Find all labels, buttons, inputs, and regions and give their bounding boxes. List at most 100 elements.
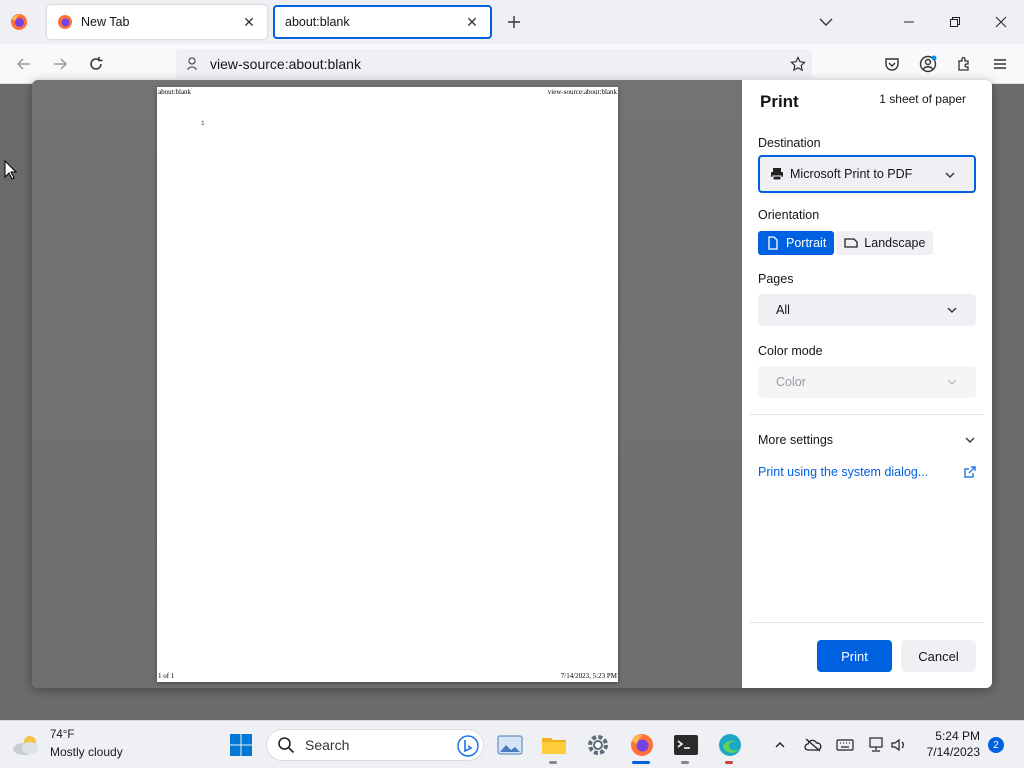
new-tab-button[interactable] <box>503 11 525 33</box>
pages-value: All <box>776 303 790 317</box>
tab-new-tab[interactable]: New Tab ✕ <box>47 5 267 39</box>
tab-about-blank[interactable]: about:blank ✕ <box>273 5 492 39</box>
preview-page: about:blank view-source:about:blank 1 1 … <box>157 87 618 682</box>
print-preview-area: about:blank view-source:about:blank 1 1 … <box>32 80 742 688</box>
printer-icon <box>771 168 783 181</box>
taskbar-settings[interactable] <box>584 731 612 759</box>
running-indicator <box>725 761 733 764</box>
firefox-favicon-icon <box>58 15 72 29</box>
chevron-down-icon <box>947 307 957 313</box>
print-button[interactable]: Print <box>817 640 892 672</box>
taskbar-edge[interactable] <box>716 731 744 759</box>
portrait-button[interactable]: Portrait <box>758 231 835 255</box>
destination-select[interactable]: Microsoft Print to PDF <box>758 155 976 193</box>
back-button[interactable] <box>12 52 36 76</box>
taskbar-search[interactable]: Search <box>266 729 484 761</box>
mouse-cursor-icon <box>4 160 18 180</box>
firefox-menu-icon[interactable] <box>10 13 28 31</box>
chevron-up-icon <box>775 742 785 748</box>
app-menu-button[interactable] <box>988 52 1012 76</box>
bookmark-star-icon[interactable] <box>790 56 806 72</box>
search-icon <box>278 737 295 754</box>
tab-title: New Tab <box>81 15 130 29</box>
account-button[interactable] <box>916 52 940 76</box>
tab-strip: New Tab ✕ about:blank ✕ <box>0 0 1024 44</box>
landscape-button[interactable]: Landscape <box>836 231 934 255</box>
pages-select[interactable]: All <box>758 294 976 326</box>
reload-button[interactable] <box>84 52 108 76</box>
orientation-toggle: Portrait Landscape <box>758 231 934 255</box>
portrait-icon <box>768 236 778 250</box>
page-header-left: about:blank <box>158 88 192 96</box>
taskbar-file-explorer[interactable] <box>540 731 568 759</box>
tray-onedrive[interactable] <box>803 735 823 755</box>
cancel-button[interactable]: Cancel <box>901 640 976 672</box>
puzzle-icon <box>958 56 969 71</box>
running-indicator <box>549 761 557 764</box>
list-all-tabs-icon[interactable] <box>816 12 836 32</box>
color-mode-label: Color mode <box>758 344 823 358</box>
page-info-icon[interactable] <box>184 56 200 72</box>
terminal-icon <box>674 735 698 755</box>
pocket-button[interactable] <box>880 52 904 76</box>
arrow-right-icon <box>54 58 68 70</box>
cloud-offline-icon <box>804 738 822 752</box>
close-tab-icon[interactable]: ✕ <box>464 14 480 30</box>
speaker-icon <box>891 738 904 752</box>
arrow-left-icon <box>16 58 30 70</box>
firefox-icon <box>631 734 653 756</box>
more-settings-toggle[interactable]: More settings <box>758 433 976 447</box>
page-footer-left: 1 of 1 <box>158 672 175 680</box>
chevron-down-icon <box>945 172 955 178</box>
bing-icon[interactable] <box>457 735 479 757</box>
close-window-button[interactable] <box>989 10 1013 34</box>
maximize-button[interactable] <box>943 10 967 34</box>
weather-description: Mostly cloudy <box>50 745 123 759</box>
page-header-right: view-source:about:blank <box>547 88 617 96</box>
minimize-icon <box>904 21 914 23</box>
landscape-icon <box>844 238 858 248</box>
extensions-button[interactable] <box>952 52 976 76</box>
more-settings-label: More settings <box>758 433 834 447</box>
show-hidden-icons[interactable] <box>770 735 790 755</box>
reload-icon <box>90 57 103 70</box>
taskbar-terminal[interactable] <box>672 731 700 759</box>
orientation-label: Orientation <box>758 208 820 222</box>
plus-icon <box>508 16 520 28</box>
weather-cloudy-icon[interactable] <box>10 733 42 757</box>
url-bar[interactable]: view-source:about:blank <box>176 49 812 79</box>
minimize-button[interactable] <box>897 10 921 34</box>
close-tab-icon[interactable]: ✕ <box>241 14 257 30</box>
navigation-toolbar: view-source:about:blank <box>0 44 1024 84</box>
print-settings-panel: Print 1 sheet of paper Destination Micro… <box>742 80 992 688</box>
active-indicator <box>632 761 650 764</box>
weather-temperature: 74°F <box>50 729 75 741</box>
chevron-down-icon <box>965 437 975 443</box>
taskbar: 74°F Mostly cloudy Search 5:24 PM 7/14/2… <box>0 720 1024 768</box>
restore-icon <box>950 17 960 27</box>
tray-keyboard[interactable] <box>835 735 855 755</box>
taskbar-photos[interactable] <box>496 731 524 759</box>
system-dialog-label: Print using the system dialog... <box>758 465 929 479</box>
destination-value: Microsoft Print to PDF <box>790 167 913 181</box>
edge-icon <box>719 734 741 756</box>
account-icon <box>919 55 937 73</box>
source-line-number: 1 <box>201 120 205 127</box>
tray-volume[interactable] <box>890 735 910 755</box>
tab-title: about:blank <box>285 15 350 29</box>
print-dialog: about:blank view-source:about:blank 1 1 … <box>32 80 992 688</box>
clock-date[interactable]: 7/14/2023 <box>922 745 980 759</box>
color-mode-value: Color <box>776 375 806 389</box>
landscape-label: Landscape <box>864 236 926 250</box>
taskbar-firefox[interactable] <box>628 731 656 759</box>
color-mode-select[interactable]: Color <box>758 366 976 398</box>
system-dialog-link[interactable]: Print using the system dialog... <box>758 465 976 479</box>
windows-start-icon[interactable] <box>229 733 253 757</box>
clock-time[interactable]: 5:24 PM <box>922 729 980 743</box>
destination-label: Destination <box>758 136 821 150</box>
tray-network[interactable] <box>866 735 886 755</box>
notification-badge[interactable]: 2 <box>988 737 1004 753</box>
forward-button[interactable] <box>48 52 72 76</box>
keyboard-icon <box>836 739 854 751</box>
page-footer-right: 7/14/2023, 5:23 PM <box>560 672 617 680</box>
